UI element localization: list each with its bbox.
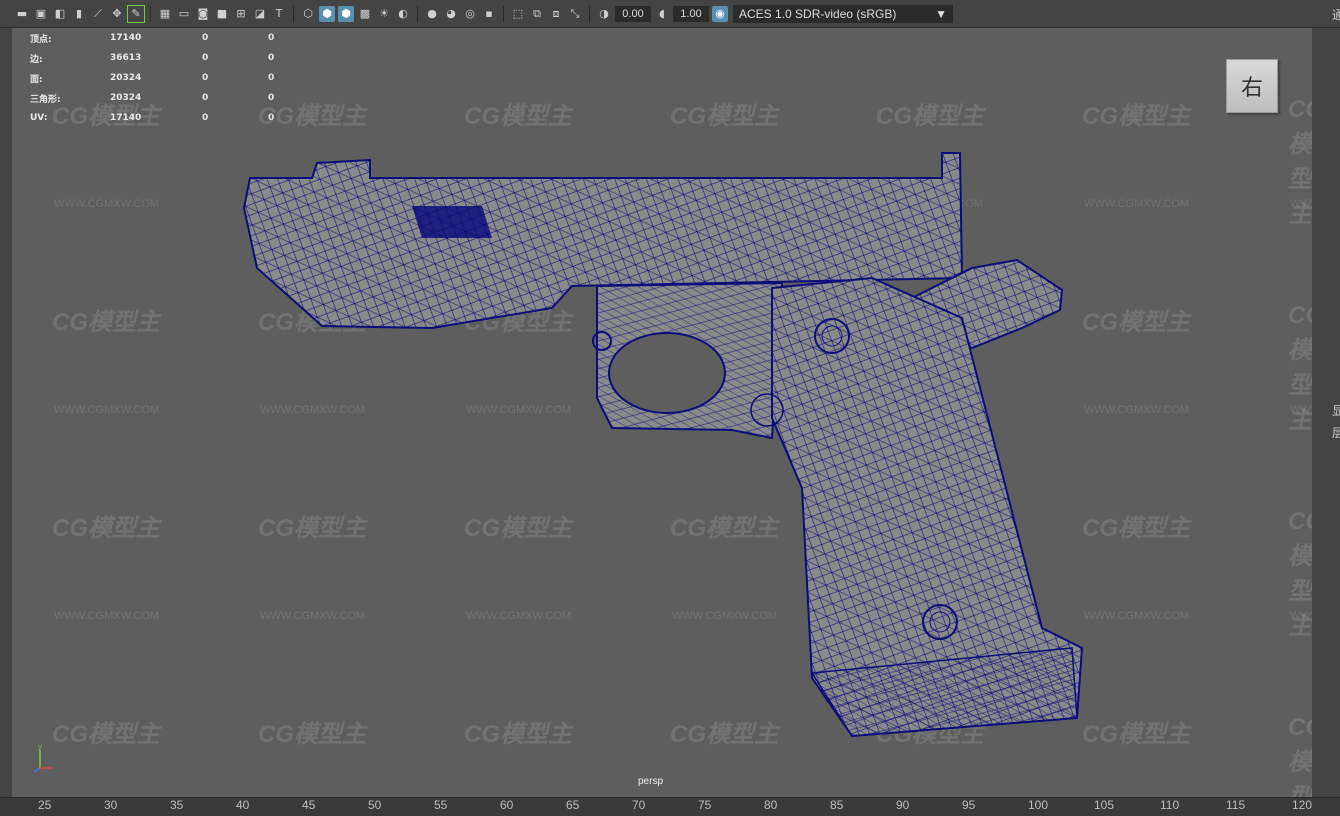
lights-icon[interactable]: ☀ xyxy=(376,6,392,22)
camera-attributes-icon[interactable]: ◧ xyxy=(52,6,68,22)
xray-joints-icon[interactable]: ⤡ xyxy=(567,6,583,22)
pistol-grip xyxy=(750,276,1084,738)
axis-y-label: y xyxy=(38,742,42,751)
view-cube[interactable]: 右 xyxy=(1226,59,1278,113)
ruler-tick: 55 xyxy=(434,798,448,812)
ruler-tick: 70 xyxy=(632,798,646,812)
view-transform-label: ACES 1.0 SDR-video (sRGB) xyxy=(739,6,897,21)
ruler-tick: 90 xyxy=(896,798,910,812)
wireframe-on-shaded-icon[interactable]: ⬢ xyxy=(338,5,354,22)
film-gate-icon[interactable]: ▭ xyxy=(176,6,192,22)
ruler-tick: 30 xyxy=(104,798,118,812)
motion-blur-icon[interactable]: ◕ xyxy=(443,6,459,22)
shadows-icon[interactable]: ◐ xyxy=(395,6,411,22)
safe-action-icon[interactable]: ◪ xyxy=(252,6,268,22)
panel-tab-char[interactable]: 通 xyxy=(1332,6,1340,23)
safe-title-icon[interactable]: T xyxy=(271,6,287,22)
poly-count-hud: 顶点: 17140 0 0 边: 36613 0 0 面: 20324 0 0 … xyxy=(30,28,274,128)
ruler-tick: 60 xyxy=(500,798,514,812)
depth-of-field-icon[interactable]: ▪ xyxy=(481,6,497,22)
exposure-field[interactable]: 0.00 xyxy=(615,5,651,22)
right-dock-panel: 通 显 层 xyxy=(1318,8,1340,797)
panel-char-layer[interactable]: 层 xyxy=(1332,424,1340,441)
hud-row-triangles: 三角形: 20324 0 0 xyxy=(30,93,275,105)
time-ruler[interactable]: 25 30 35 40 45 50 55 60 65 70 75 80 85 90 95 100 105 110 1… xyxy=(0,797,1340,816)
ruler-tick: 95 xyxy=(962,798,976,812)
color-management-icon[interactable]: ◉ xyxy=(712,5,728,22)
hud-row-faces: 面: 20324 0 0 xyxy=(30,73,275,85)
gate-mask-icon[interactable]: ■ xyxy=(214,6,230,22)
exposure-icon[interactable]: ◑ xyxy=(596,6,612,22)
image-plane-icon[interactable]: ⟋ xyxy=(90,6,106,22)
hud-row-edges: 边: 36613 0 0 xyxy=(30,53,275,65)
isolate-select-icon[interactable]: ⬚ xyxy=(510,6,526,22)
ruler-tick: 80 xyxy=(764,798,778,812)
wireframe-icon[interactable]: ⬡ xyxy=(300,6,316,22)
camera-lock-icon[interactable]: ▣ xyxy=(33,6,49,22)
ruler-tick: 35 xyxy=(170,798,184,812)
gamma-field[interactable]: 1.00 xyxy=(673,5,709,22)
2d-pan-icon[interactable]: ✥ xyxy=(109,6,125,22)
bookmark-icon[interactable]: ▮ xyxy=(71,6,87,22)
xray-active-icon[interactable]: ⧈ xyxy=(548,6,564,22)
perspective-viewport[interactable]: CG模型主WWW.CGMXW.COMCG模型主WWW.CGMXW.COMCG模型… xyxy=(12,28,1312,797)
ruler-tick: 85 xyxy=(830,798,844,812)
xray-icon[interactable]: ⧉ xyxy=(529,6,545,22)
axis-gizmo: y xyxy=(33,742,52,773)
ambient-occlusion-icon[interactable]: ● xyxy=(424,6,440,22)
chevron-down-icon: ▼ xyxy=(935,6,947,21)
anti-aliasing-icon[interactable]: ◎ xyxy=(462,6,478,22)
smooth-shade-icon[interactable]: ⬢ xyxy=(319,5,335,22)
ruler-tick: 40 xyxy=(236,798,250,812)
textured-icon[interactable]: ▩ xyxy=(357,6,373,22)
ruler-tick: 75 xyxy=(698,798,712,812)
ruler-tick: 110 xyxy=(1160,798,1180,812)
grease-pencil-icon[interactable]: ✎ xyxy=(127,4,145,23)
panel-char-display[interactable]: 显 xyxy=(1332,402,1340,419)
ruler-tick: 45 xyxy=(302,798,316,812)
ruler-tick: 50 xyxy=(368,798,382,812)
grid-icon[interactable]: ▦ xyxy=(157,6,173,22)
pistol-frame xyxy=(592,281,784,440)
pistol-model[interactable] xyxy=(12,28,1312,797)
ruler-tick: 25 xyxy=(38,798,52,812)
ruler-tick: 120 xyxy=(1292,798,1313,812)
view-cube-face-label: 右 xyxy=(1240,76,1263,101)
viewport-toolbar: ▬ ▣ ◧ ▮ ⟋ ✥ ✎ ▦ ▭ ◙ ■ ⊞ ◪ T ⬡ ⬢ ⬢ ▩ ☀ ◐ … xyxy=(0,0,1340,28)
view-transform-dropdown[interactable]: ACES 1.0 SDR-video (sRGB) ▼ xyxy=(733,4,953,23)
resolution-gate-icon[interactable]: ◙ xyxy=(195,6,211,22)
ruler-tick: 115 xyxy=(1226,798,1246,812)
camera-select-icon[interactable]: ▬ xyxy=(14,6,30,22)
gamma-icon[interactable]: ◖ xyxy=(654,6,670,22)
hud-row-uvs: UV: 17140 0 0 xyxy=(30,113,275,123)
camera-name-label: persp xyxy=(638,776,664,787)
ruler-tick: 105 xyxy=(1094,798,1115,812)
hud-row-vertices: 顶点: 17140 0 0 xyxy=(30,33,275,45)
ruler-tick: 65 xyxy=(566,798,580,812)
ruler-tick: 100 xyxy=(1028,798,1049,812)
field-chart-icon[interactable]: ⊞ xyxy=(233,6,249,22)
